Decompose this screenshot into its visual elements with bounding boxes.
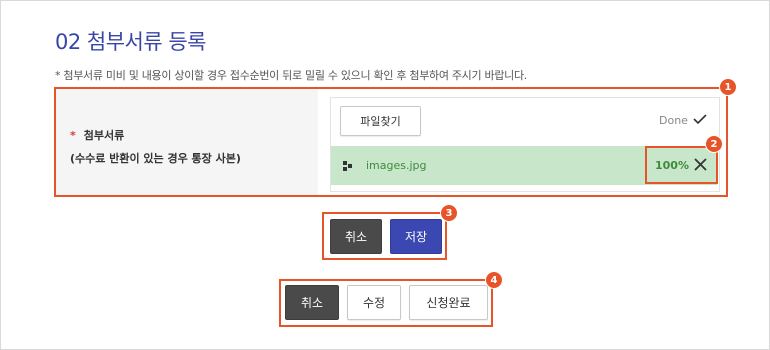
callout-badge-3: 3	[440, 204, 458, 222]
section-title: 02 첨부서류 등록	[55, 30, 207, 54]
callout-badge-1: 1	[719, 78, 737, 96]
callout-box-4	[279, 279, 493, 327]
callout-box-3	[322, 212, 447, 260]
callout-box-2	[645, 146, 718, 184]
notice-text: * 첨부서류 미비 및 내용이 상이할 경우 접수순번이 뒤로 밀릴 수 있으니…	[55, 69, 527, 82]
callout-box-1	[54, 87, 728, 197]
callout-badge-2: 2	[705, 135, 723, 153]
callout-badge-4: 4	[485, 271, 503, 289]
